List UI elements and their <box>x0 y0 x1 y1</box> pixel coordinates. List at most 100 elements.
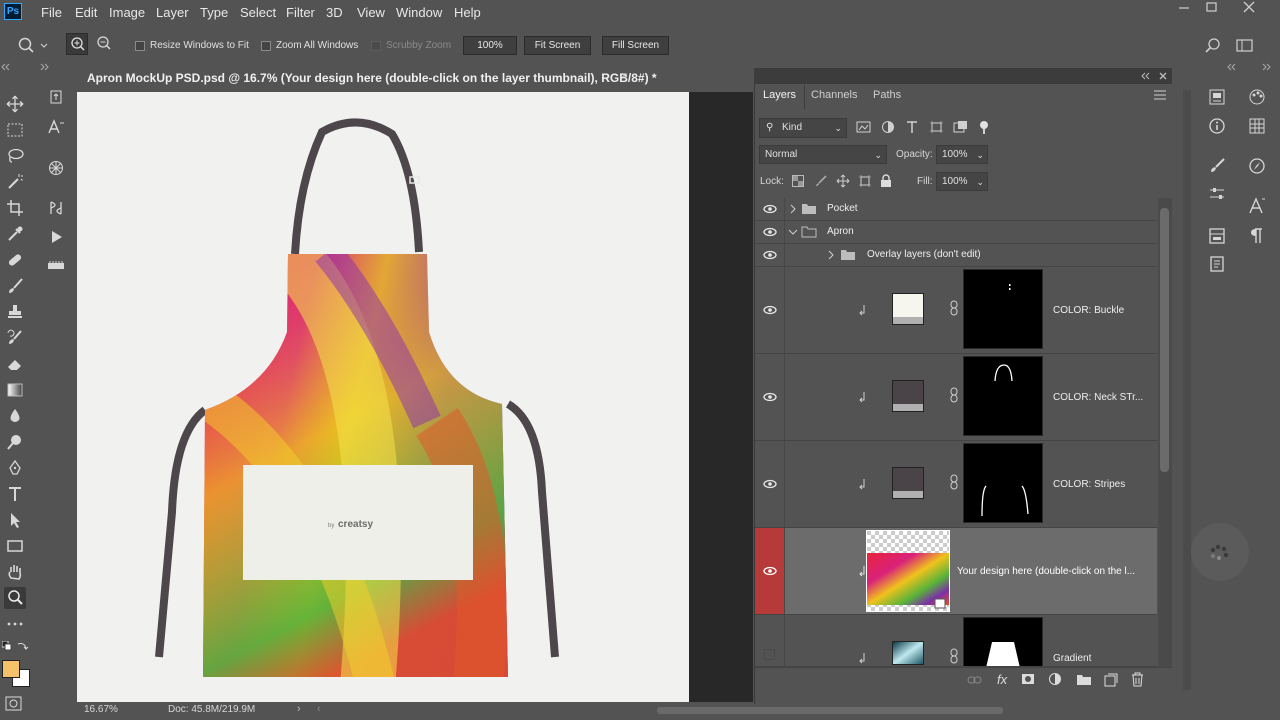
layer-row-color-stripes[interactable]: COLOR: Stripes <box>755 441 1157 528</box>
layer-row-color-neck-strap[interactable]: COLOR: Neck STr... <box>755 354 1157 441</box>
eyedropper-tool-icon[interactable] <box>4 223 26 245</box>
filter-smart-object-icon[interactable] <box>953 120 969 134</box>
lasso-tool-icon[interactable] <box>4 145 26 167</box>
zoom-in-icon[interactable] <box>66 33 88 55</box>
menu-help[interactable]: Help <box>454 5 481 20</box>
smart-object-thumbnail[interactable] <box>866 530 950 612</box>
default-colors-icon[interactable] <box>2 641 14 651</box>
visibility-eye-icon[interactable] <box>755 441 785 527</box>
status-zoom[interactable]: 16.67% <box>84 704 118 715</box>
adjustments-sliders-icon[interactable] <box>1207 184 1227 204</box>
grid-swatches-icon[interactable] <box>1247 116 1267 136</box>
history-panel-icon[interactable] <box>45 86 67 108</box>
lock-transparent-icon[interactable] <box>792 175 804 187</box>
new-group-icon[interactable] <box>1076 673 1092 686</box>
menu-file[interactable]: File <box>41 5 62 20</box>
layer-row-overlay[interactable]: Overlay layers (don't edit) <box>755 244 1157 267</box>
collapse-panel-icon[interactable] <box>1140 71 1152 81</box>
actions-play-icon[interactable] <box>45 226 67 248</box>
fill-chevron-icon[interactable]: ⌄ <box>976 173 984 191</box>
opacity-input[interactable]: 100% ⌄ <box>936 145 988 164</box>
dodge-tool-icon[interactable] <box>4 431 26 453</box>
crop-tool-icon[interactable] <box>4 197 26 219</box>
fill-thumbnail[interactable] <box>892 380 924 412</box>
color-swatches-icon[interactable] <box>1247 87 1267 107</box>
dock-scrollbar[interactable] <box>1183 90 1191 690</box>
menu-filter[interactable]: Filter <box>286 5 315 20</box>
visibility-eye-icon[interactable] <box>755 354 785 440</box>
visibility-eye-icon[interactable] <box>755 221 785 243</box>
blend-mode-select[interactable]: Normal ⌄ <box>759 145 887 164</box>
zoom-out-icon[interactable] <box>93 33 115 55</box>
layer-mask-thumbnail[interactable] <box>963 356 1043 436</box>
info-icon[interactable] <box>1207 116 1227 136</box>
add-mask-icon[interactable] <box>1021 673 1035 685</box>
layer-row-color-buckle[interactable]: COLOR: Buckle <box>755 267 1157 354</box>
menu-view[interactable]: View <box>357 5 385 20</box>
history-brush-tool-icon[interactable] <box>4 327 26 349</box>
brush-tool-icon[interactable] <box>4 275 26 297</box>
layer-mask-thumbnail[interactable] <box>963 269 1043 349</box>
tab-paths[interactable]: Paths <box>873 89 901 101</box>
adjustment-layer-icon[interactable] <box>1049 673 1063 687</box>
link-chain-icon[interactable] <box>949 648 959 664</box>
close-panel-icon[interactable] <box>1158 71 1168 81</box>
layer-mask-thumbnail[interactable] <box>963 617 1043 666</box>
eraser-tool-icon[interactable] <box>4 353 26 375</box>
zoom-tool-icon[interactable] <box>4 587 26 609</box>
visibility-eye-icon[interactable] <box>755 267 785 353</box>
fill-thumbnail[interactable] <box>892 467 924 499</box>
visibility-eye-icon[interactable] <box>755 244 785 266</box>
swap-colors-icon[interactable] <box>17 641 29 651</box>
navigator-icon[interactable] <box>1247 156 1267 176</box>
opacity-chevron-icon[interactable]: ⌄ <box>976 146 984 164</box>
link-layers-icon[interactable] <box>967 674 983 686</box>
panel-header-bar[interactable] <box>754 68 1172 84</box>
properties-icon[interactable] <box>1207 226 1227 246</box>
pen-tool-icon[interactable] <box>4 457 26 479</box>
menu-layer[interactable]: Layer <box>156 5 189 20</box>
fill-screen-button[interactable]: Fill Screen <box>602 36 669 55</box>
visibility-eye-icon[interactable] <box>755 198 785 220</box>
lock-pixels-icon[interactable] <box>815 175 827 187</box>
layer-row-apron[interactable]: Apron <box>755 221 1157 244</box>
lock-position-icon[interactable] <box>836 174 850 188</box>
filter-toggle-icon[interactable] <box>977 120 991 134</box>
layer-row-gradient[interactable]: Gradient <box>755 615 1157 667</box>
brush-settings-icon[interactable] <box>1207 156 1227 176</box>
move-tool-icon[interactable] <box>4 93 26 115</box>
scrubby-zoom-checkbox[interactable] <box>371 41 381 51</box>
chevron-down-icon[interactable] <box>788 228 798 236</box>
visibility-toggle-empty[interactable] <box>755 615 785 666</box>
lock-artboard-icon[interactable] <box>858 174 872 188</box>
more-tools-icon[interactable] <box>4 613 26 635</box>
minimize-icon[interactable] <box>1172 0 1196 14</box>
quick-mask-icon[interactable] <box>5 696 23 712</box>
horizontal-scrollbar[interactable] <box>657 707 1003 714</box>
fit-screen-button[interactable]: Fit Screen <box>524 36 591 55</box>
filter-adjustment-icon[interactable] <box>881 120 897 134</box>
scroll-left-icon[interactable]: ‹ <box>317 703 321 715</box>
layers-scrollbar[interactable] <box>1158 198 1172 667</box>
visibility-eye-icon[interactable] <box>755 528 785 614</box>
path-selection-tool-icon[interactable] <box>4 509 26 531</box>
link-chain-icon[interactable] <box>949 474 959 490</box>
close-window-icon[interactable] <box>1237 0 1261 14</box>
new-layer-icon[interactable] <box>1104 673 1118 687</box>
maximize-icon[interactable] <box>1200 0 1224 14</box>
menu-select[interactable]: Select <box>240 5 276 20</box>
chevron-right-icon[interactable] <box>827 250 835 260</box>
gradient-tool-icon[interactable] <box>4 379 26 401</box>
lock-all-icon[interactable] <box>880 174 892 188</box>
libraries-icon[interactable] <box>1207 87 1227 107</box>
menu-type[interactable]: Type <box>200 5 228 20</box>
menu-image[interactable]: Image <box>109 5 145 20</box>
document-canvas[interactable]: by creatsy <box>77 92 689 702</box>
delete-layer-icon[interactable] <box>1131 672 1144 687</box>
notes-icon[interactable] <box>1207 254 1227 274</box>
fill-input[interactable]: 100% ⌄ <box>936 172 988 191</box>
foreground-color-swatch[interactable] <box>2 660 20 678</box>
fill-thumbnail[interactable] <box>892 293 924 325</box>
paragraph-icon[interactable] <box>1247 226 1267 246</box>
link-chain-icon[interactable] <box>949 300 959 316</box>
